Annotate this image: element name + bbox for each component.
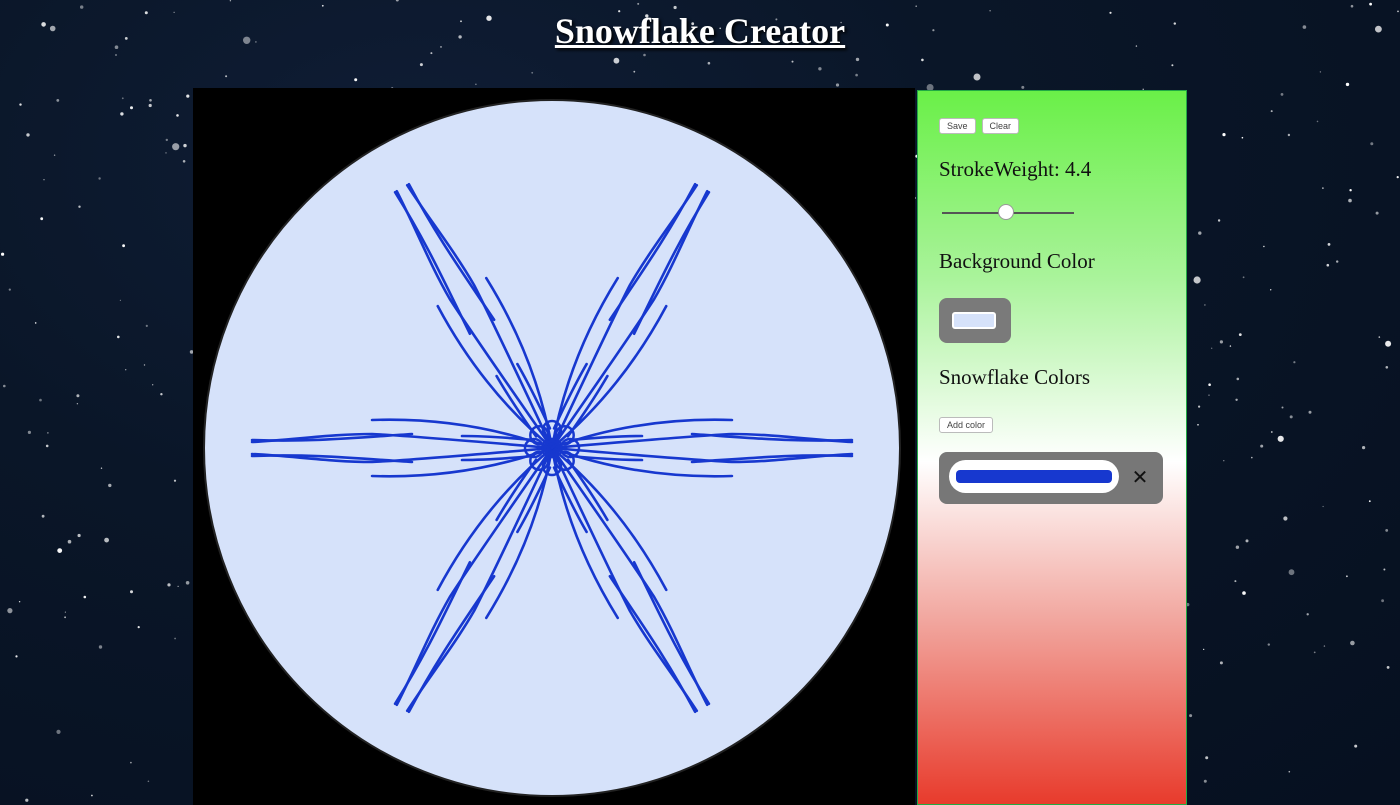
clear-button[interactable]: Clear [981, 118, 1020, 134]
snowflake-color-entry: ✕ [939, 452, 1163, 504]
control-panel: Save Clear StrokeWeight: 4.4 Background … [917, 90, 1187, 805]
snowflake-colors-label: Snowflake Colors [939, 365, 1091, 389]
add-color-button[interactable]: Add color [939, 417, 994, 433]
snowflake-drawing[interactable] [193, 88, 915, 805]
background-color-picker[interactable] [939, 298, 1011, 343]
background-color-swatch[interactable] [952, 312, 996, 329]
background-color-label: Background Color [939, 249, 1095, 273]
snowflake-color-picker[interactable] [949, 460, 1119, 493]
stroke-weight-slider-thumb[interactable] [998, 204, 1014, 220]
stroke-weight-label: StrokeWeight: 4.4 [939, 157, 1092, 181]
action-buttons: Save Clear [939, 118, 1020, 134]
remove-color-icon[interactable]: ✕ [1129, 464, 1151, 490]
save-button[interactable]: Save [939, 118, 976, 134]
snowflake-canvas[interactable] [193, 88, 915, 805]
snowflake-color-swatch[interactable] [956, 470, 1112, 483]
page-title: Snowflake Creator [554, 11, 846, 51]
